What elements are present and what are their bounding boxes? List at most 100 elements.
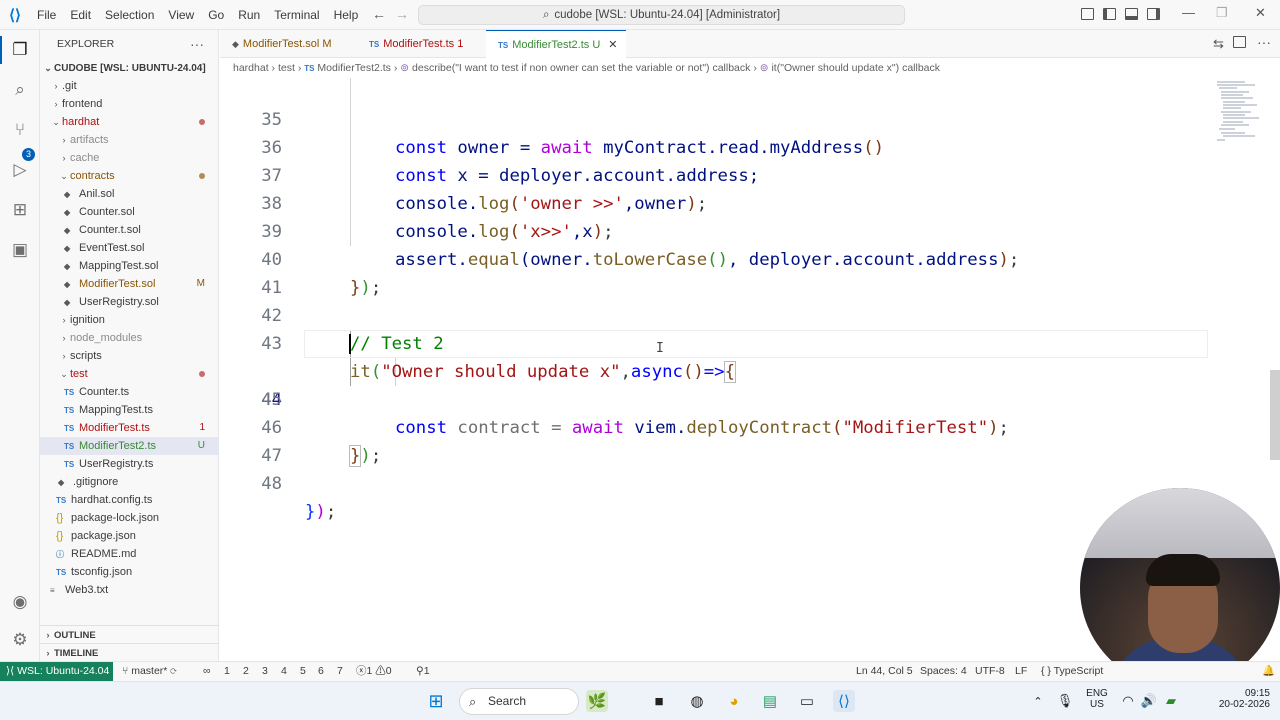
tree-item-cache[interactable]: › cache (40, 149, 219, 167)
tree-item-modifiertest-ts[interactable]: TS ModifierTest.ts 1 (40, 419, 219, 437)
explorer-icon[interactable]: ❐ (10, 40, 30, 60)
language-mode[interactable]: { } TypeScript (1041, 662, 1103, 681)
tree-item-git[interactable]: › .git (40, 77, 219, 95)
restore-icon[interactable]: ❐ (1216, 5, 1228, 21)
tree-item-artifacts[interactable]: › artifacts (40, 131, 219, 149)
tree-item-hardhat[interactable]: ⌄ hardhat (40, 113, 219, 131)
menu-selection[interactable]: Selection (98, 0, 161, 30)
taskbar-search[interactable]: ⌕ Search (459, 688, 579, 715)
widgets-icon[interactable]: 🌿 (586, 690, 608, 712)
tree-item-package-lock[interactable]: {} package-lock.json (40, 509, 219, 527)
status-number[interactable]: 7 (337, 662, 343, 681)
outline-panel-header[interactable]: › OUTLINE (40, 625, 219, 643)
menu-view[interactable]: View (161, 0, 201, 30)
breadcrumb-folder[interactable]: test (278, 62, 295, 74)
cursor-position[interactable]: Ln 44, Col 5 (856, 662, 913, 681)
notes-app-icon[interactable]: ▤ (759, 690, 781, 712)
status-number[interactable]: 3 (262, 662, 268, 681)
tree-item-modifiertest-sol[interactable]: ◆ ModifierTest.sol M (40, 275, 219, 293)
sync-status[interactable]: ∞ (203, 662, 211, 681)
status-number[interactable]: 2 (243, 662, 249, 681)
breadcrumb-file[interactable]: ModifierTest2.ts (317, 62, 391, 74)
menu-terminal[interactable]: Terminal (267, 0, 326, 30)
wifi-icon[interactable]: ◠ (1117, 690, 1139, 712)
status-number[interactable]: 6 (318, 662, 324, 681)
tree-item-anil-sol[interactable]: ◆ Anil.sol (40, 185, 219, 203)
breadcrumb-symbol[interactable]: it("Owner should update x") callback (771, 62, 940, 74)
status-number[interactable]: 4 (281, 662, 287, 681)
volume-icon[interactable]: 🔊 (1138, 690, 1160, 712)
more-actions-icon[interactable]: ··· (1257, 34, 1271, 50)
compare-changes-icon[interactable]: ⇆ (1213, 36, 1224, 52)
close-window-icon[interactable]: ✕ (1255, 5, 1266, 21)
battery-icon[interactable]: ▰ (1160, 690, 1182, 712)
tab-modifiertest-ts[interactable]: TS ModifierTest.ts 1 (357, 30, 485, 58)
tree-item-modifiertest2-ts[interactable]: TS ModifierTest2.ts U (40, 437, 219, 455)
chrome-icon[interactable]: ◕ (723, 690, 745, 712)
notifications-icon[interactable]: 🔔 (1262, 662, 1275, 681)
tree-item-test[interactable]: ⌄ test (40, 365, 219, 383)
breadcrumb-folder[interactable]: hardhat (233, 62, 269, 74)
tree-item-hardhat-config[interactable]: TS hardhat.config.ts (40, 491, 219, 509)
indentation[interactable]: Spaces: 4 (920, 662, 967, 681)
minimap[interactable] (1215, 78, 1270, 148)
more-actions-icon[interactable]: ··· (190, 30, 204, 58)
remote-explorer-icon[interactable]: ▣ (10, 240, 30, 260)
tree-item-counter-t-sol[interactable]: ◆ Counter.t.sol (40, 221, 219, 239)
problems-indicator[interactable]: ⓧ1 ⚠0 (356, 662, 392, 681)
menu-file[interactable]: File (30, 0, 63, 30)
layout-customize-icon[interactable] (1081, 8, 1094, 20)
tree-item-userregistry-sol[interactable]: ◆ UserRegistry.sol (40, 293, 219, 311)
tree-item-frontend[interactable]: › frontend (40, 95, 219, 113)
git-branch[interactable]: ⑂ master* ⟳ (122, 662, 177, 681)
tree-item-node-modules[interactable]: › node_modules (40, 329, 219, 347)
menu-edit[interactable]: Edit (63, 0, 98, 30)
menu-go[interactable]: Go (201, 0, 231, 30)
source-control-icon[interactable]: ⑂ (10, 120, 30, 140)
remote-indicator[interactable]: ⟩⟨ WSL: Ubuntu-24.04 (0, 662, 113, 681)
editor-scrollbar[interactable] (1270, 370, 1280, 460)
account-icon[interactable]: ◉ (10, 592, 30, 612)
tree-item-counter-ts[interactable]: TS Counter.ts (40, 383, 219, 401)
windows-start-icon[interactable]: ⊞ (425, 690, 447, 712)
tree-item-counter-sol[interactable]: ◆ Counter.sol (40, 203, 219, 221)
tray-chevron-up-icon[interactable]: ⌃ (1027, 690, 1049, 712)
tree-item-tsconfig[interactable]: TS tsconfig.json (40, 563, 219, 581)
back-arrow-icon[interactable]: ← (372, 6, 386, 22)
search-icon[interactable]: ⌕ (10, 80, 30, 100)
input-language[interactable]: ENG US (1082, 688, 1112, 710)
minimize-icon[interactable]: — (1182, 5, 1195, 20)
split-editor-icon[interactable] (1233, 36, 1246, 48)
forward-arrow-icon[interactable]: → (395, 6, 409, 22)
end-of-line[interactable]: LF (1015, 662, 1027, 681)
close-tab-icon[interactable]: ✕ (608, 39, 617, 51)
breadcrumb-symbol[interactable]: describe("I want to test if non owner ca… (412, 62, 750, 74)
task-view-icon[interactable]: ■ (648, 690, 670, 712)
extensions-icon[interactable]: ⊞ (10, 200, 30, 220)
microphone-icon[interactable]: 🎙 (1054, 690, 1076, 712)
run-debug-icon[interactable]: ▷ (10, 160, 30, 180)
tree-item-mappingtest-ts[interactable]: TS MappingTest.ts (40, 401, 219, 419)
encoding[interactable]: UTF-8 (975, 662, 1005, 681)
tree-item-scripts[interactable]: › scripts (40, 347, 219, 365)
settings-gear-icon[interactable]: ⚙ (10, 630, 30, 650)
tree-item-mappingtest-sol[interactable]: ◆ MappingTest.sol (40, 257, 219, 275)
toggle-secondary-sidebar-icon[interactable] (1147, 8, 1160, 20)
info-indicator[interactable]: ⚲1 (416, 662, 430, 681)
clock[interactable]: 09:15 20-02-2026 (1210, 688, 1270, 710)
tree-item-userregistry-ts[interactable]: TS UserRegistry.ts (40, 455, 219, 473)
workspace-root[interactable]: ⌄ CUDOBE [WSL: UBUNTU-24.04] (40, 59, 219, 77)
menu-run[interactable]: Run (231, 0, 267, 30)
toggle-panel-icon[interactable] (1125, 8, 1138, 20)
tree-item-readme[interactable]: ⓘ README.md (40, 545, 219, 563)
command-center[interactable]: ⌕ cudobe [WSL: Ubuntu-24.04] [Administrat… (418, 5, 905, 25)
menu-help[interactable]: Help (327, 0, 366, 30)
timeline-panel-header[interactable]: › TIMELINE (40, 643, 219, 661)
status-number[interactable]: 5 (300, 662, 306, 681)
tree-item-contracts[interactable]: ⌄ contracts (40, 167, 219, 185)
toggle-primary-sidebar-icon[interactable] (1103, 8, 1116, 20)
app-icon[interactable]: ◍ (686, 690, 708, 712)
tree-item-package-json[interactable]: {} package.json (40, 527, 219, 545)
tree-item-web3-txt[interactable]: ≡ Web3.txt (40, 581, 219, 599)
tab-modifiertest2-ts[interactable]: TS ModifierTest2.ts U ✕ (486, 30, 626, 58)
